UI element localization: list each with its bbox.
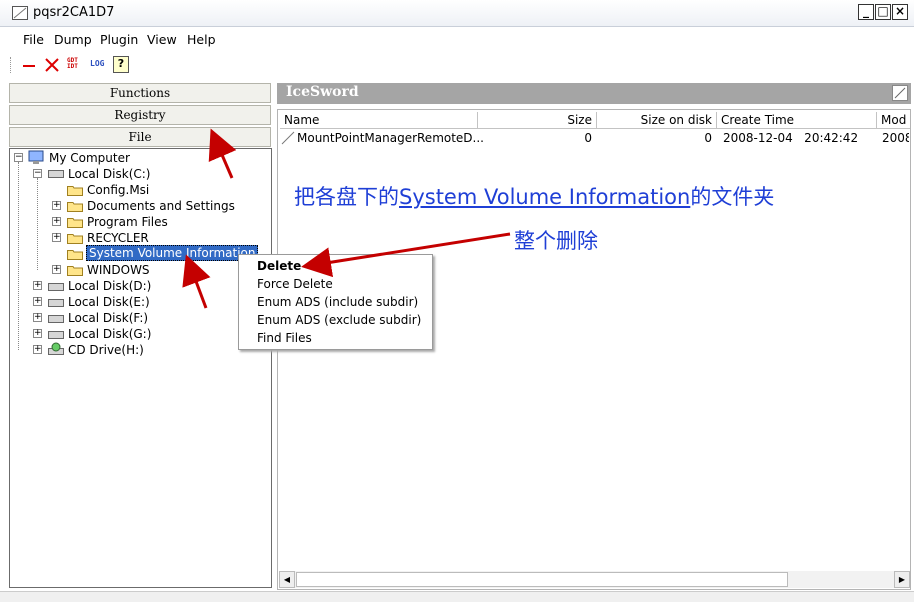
menu-plugin[interactable]: Plugin xyxy=(100,32,138,47)
idt-label: IDT xyxy=(67,63,78,70)
close-button[interactable]: × xyxy=(892,4,908,20)
log-button[interactable]: LOG xyxy=(90,59,104,68)
col-header-create-time[interactable]: Create Time xyxy=(717,112,877,129)
toolbar-grip xyxy=(10,57,13,73)
annotation-suffix: 的文件夹 xyxy=(690,185,775,209)
folder-icon xyxy=(67,266,83,276)
tree-disk-e[interactable]: Local Disk(E:) xyxy=(68,294,150,310)
status-bar xyxy=(0,591,914,602)
tab-file[interactable]: File xyxy=(9,127,271,147)
minus-icon[interactable] xyxy=(21,60,37,70)
tree-my-computer[interactable]: My Computer xyxy=(49,150,130,166)
window-edge xyxy=(0,0,3,601)
expand-icon[interactable]: + xyxy=(52,217,61,226)
disk-icon xyxy=(48,299,64,307)
menu-file[interactable]: File xyxy=(23,32,44,47)
menu-dump[interactable]: Dump xyxy=(54,32,92,47)
tree-disk-d[interactable]: Local Disk(D:) xyxy=(68,278,151,294)
help-question-icon[interactable]: ? xyxy=(113,56,129,73)
expand-panel-icon[interactable] xyxy=(892,85,908,101)
menu-view[interactable]: View xyxy=(147,32,177,47)
col-header-size-on-disk[interactable]: Size on disk xyxy=(597,112,717,129)
expand-icon[interactable]: + xyxy=(52,265,61,274)
cd-drive-icon xyxy=(48,342,64,355)
folder-icon xyxy=(67,202,83,212)
context-menu: Delete Force Delete Enum ADS (include su… xyxy=(238,254,433,350)
disk-icon xyxy=(48,170,64,178)
tree-windows[interactable]: WINDOWS xyxy=(87,262,150,278)
folder-icon xyxy=(67,218,83,228)
menu-help[interactable]: Help xyxy=(187,32,216,47)
disk-icon xyxy=(48,315,64,323)
gdt-idt-button[interactable]: GDT IDT xyxy=(67,58,83,70)
icesword-header xyxy=(277,83,911,104)
disk-icon xyxy=(48,331,64,339)
expand-icon[interactable]: + xyxy=(33,329,42,338)
folder-icon xyxy=(67,234,83,244)
minimize-button[interactable]: _ xyxy=(858,4,874,20)
collapse-icon[interactable]: − xyxy=(14,153,23,162)
row-size: 0 xyxy=(584,131,592,145)
expand-icon[interactable]: + xyxy=(33,297,42,306)
ctx-enum-ads-exclude[interactable]: Enum ADS (exclude subdir) xyxy=(257,312,421,328)
tree-program-files[interactable]: Program Files xyxy=(87,214,168,230)
tree-documents-and-settings[interactable]: Documents and Settings xyxy=(87,198,235,214)
tree-system-volume-information[interactable]: System Volume Information xyxy=(86,245,259,261)
title-bar[interactable] xyxy=(0,0,914,27)
row-size-on-disk: 0 xyxy=(704,131,712,145)
scroll-left-icon[interactable]: ◀ xyxy=(279,571,295,588)
tree-recycler[interactable]: RECYCLER xyxy=(87,230,149,246)
open-folder-icon xyxy=(67,250,83,260)
my-computer-icon xyxy=(28,150,44,164)
ctx-find-files[interactable]: Find Files xyxy=(257,330,312,346)
tab-registry[interactable]: Registry xyxy=(9,105,271,125)
scroll-right-icon[interactable]: ▶ xyxy=(894,571,910,588)
col-header-mod[interactable]: Mod xyxy=(877,112,910,129)
tree-disk-f[interactable]: Local Disk(F:) xyxy=(68,310,148,326)
row-mod: 2008 xyxy=(882,131,909,145)
ctx-enum-ads-include[interactable]: Enum ADS (include subdir) xyxy=(257,294,418,310)
tab-functions[interactable]: Functions xyxy=(9,83,271,103)
folder-icon xyxy=(67,186,83,196)
collapse-icon[interactable]: − xyxy=(33,169,42,178)
row-create-time: 2008-12-04 20:42:42 xyxy=(723,131,859,145)
tree-guide xyxy=(37,178,38,270)
tree-disk-c[interactable]: Local Disk(C:) xyxy=(68,166,150,182)
scroll-thumb[interactable] xyxy=(296,572,788,587)
expand-icon[interactable]: + xyxy=(52,201,61,210)
maximize-button[interactable]: □ xyxy=(875,4,891,20)
row-name[interactable]: MountPointManagerRemoteD... xyxy=(297,130,484,146)
app-icon xyxy=(12,6,28,20)
close-x-icon[interactable] xyxy=(44,57,60,73)
disk-icon xyxy=(48,283,64,291)
tree-config-msi[interactable]: Config.Msi xyxy=(87,182,149,198)
window-title: pqsr2CA1D7 xyxy=(33,5,115,20)
expand-icon[interactable]: + xyxy=(33,313,42,322)
annotation-line2: 整个删除 xyxy=(514,229,598,253)
tree-disk-g[interactable]: Local Disk(G:) xyxy=(68,326,151,342)
annotation-link: System Volume Information xyxy=(399,185,691,209)
col-header-size[interactable]: Size xyxy=(478,112,597,129)
ctx-delete[interactable]: Delete xyxy=(257,258,301,274)
tree-cd-drive[interactable]: CD Drive(H:) xyxy=(68,342,144,358)
col-header-name[interactable]: Name xyxy=(280,112,478,129)
expand-icon[interactable]: + xyxy=(52,233,61,242)
annotation-line1: 把各盘下的System Volume Information的文件夹 xyxy=(294,181,774,211)
tree-guide xyxy=(18,162,19,350)
ctx-force-delete[interactable]: Force Delete xyxy=(257,276,333,292)
file-icon xyxy=(281,131,295,145)
icesword-title: IceSword xyxy=(286,84,359,100)
expand-icon[interactable]: + xyxy=(33,345,42,354)
annotation-prefix: 把各盘下的 xyxy=(294,185,399,209)
expand-icon[interactable]: + xyxy=(33,281,42,290)
